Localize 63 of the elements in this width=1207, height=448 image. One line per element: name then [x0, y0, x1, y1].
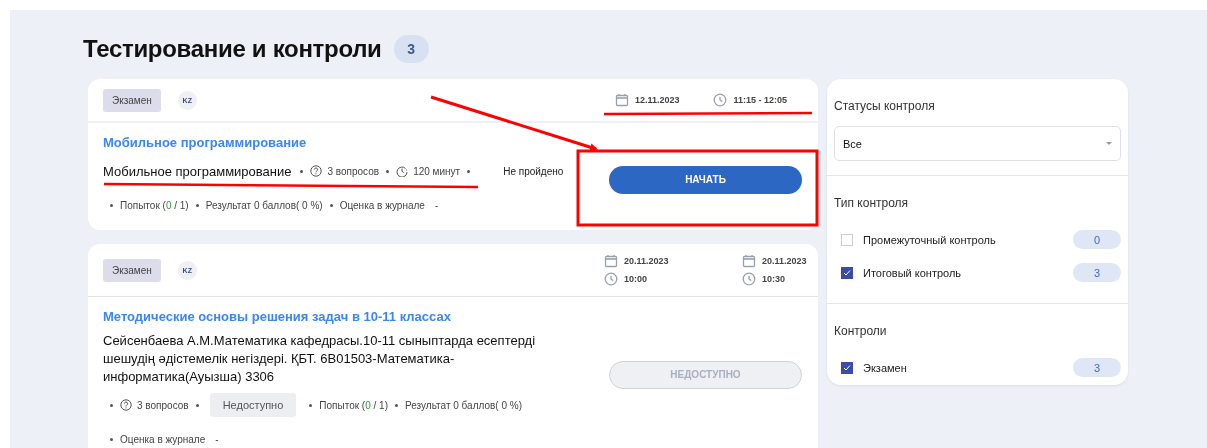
separator-dot: [386, 169, 390, 173]
checkbox-label: Промежуточный контроль: [863, 233, 996, 246]
time-text: 10:00: [624, 274, 648, 284]
separator-dot: [309, 403, 313, 407]
status-text: Не пройдено: [503, 165, 564, 177]
calendar-icon: [742, 254, 756, 268]
subject-name: Мобильное программирование: [103, 163, 292, 179]
count-badge: 3: [1073, 358, 1121, 377]
separator-dot: [329, 203, 333, 207]
date-text: 20.11.2023: [624, 256, 669, 266]
caret-icon: [1106, 142, 1112, 145]
filter-label: Контроли: [834, 324, 888, 338]
separator-dot: [467, 169, 471, 173]
result-text: Результат 0 баллов( 0 %): [205, 199, 323, 211]
time-text: 11:15 - 12:05: [733, 95, 787, 105]
separator-dot: [110, 403, 113, 407]
timer-icon: [396, 165, 409, 177]
clock-icon: [713, 93, 728, 107]
time-text: 10:30: [762, 274, 786, 284]
filter-label: Статусы контроля: [834, 99, 936, 113]
type-tag: Экзамен: [103, 258, 161, 282]
count-badge: 3: [1073, 263, 1121, 282]
checkbox[interactable]: [841, 266, 853, 279]
check-icon: [843, 268, 851, 277]
date-text: 20.11.2023: [762, 256, 807, 266]
grade-value: -: [215, 433, 219, 445]
calendar-icon: [604, 254, 618, 268]
attempts-text: Попыток (0 / 1): [120, 199, 189, 211]
separator-dot: [395, 403, 398, 407]
count-badge: 0: [1073, 230, 1121, 249]
duration-text: 120 минут: [413, 165, 461, 177]
exam-title-link[interactable]: Мобильное программирование: [103, 135, 609, 150]
clock-icon: [604, 272, 618, 286]
question-icon: [120, 399, 132, 411]
separator-dot: [195, 203, 199, 207]
type-tag: Экзамен: [103, 88, 161, 112]
page-title: Тестирование и контроли: [83, 35, 382, 63]
grade-label: Оценка в журнале: [120, 433, 206, 445]
separator-dot: [300, 169, 304, 173]
checkbox-label: Экзамен: [863, 361, 907, 374]
exam-description: Сейсенбаева А.М.Математика кафедрасы.10-11 сыныптарда есептерді шешудің әдістемелік негіздері. ҚБТ. 6В01503-Математика-информатика(Ауызша) 3306: [103, 332, 537, 386]
calendar-icon: [614, 93, 629, 107]
separator-dot: [110, 203, 113, 207]
date-text: 12.11.2023: [634, 95, 680, 105]
filter-label: Тип контроля: [834, 196, 910, 210]
checkbox-label: Итоговый контроль: [863, 266, 962, 279]
status-dropdown[interactable]: Все: [834, 126, 1121, 161]
exam-title-link[interactable]: Методические основы решения задач в 10-11 классах: [103, 309, 609, 324]
separator-dot: [195, 403, 199, 407]
question-count: 3 вопросов: [327, 165, 380, 177]
separator-dot: [110, 437, 113, 441]
grade-label: Оценка в журнале: [339, 199, 425, 211]
check-icon: [843, 363, 851, 372]
start-button[interactable]: НАЧАТЬ: [609, 165, 802, 194]
question-icon: [310, 165, 323, 177]
clock-icon: [742, 272, 756, 286]
result-text: Результат 0 баллов( 0 %): [405, 399, 522, 411]
question-count: 3 вопросов: [137, 399, 189, 411]
grade-value: -: [434, 199, 439, 211]
count-badge: 3: [393, 35, 429, 63]
attempts-text: Попыток (0 / 1): [319, 399, 388, 411]
checkbox[interactable]: [841, 361, 853, 374]
availability-chip: Недоступно: [209, 393, 297, 417]
